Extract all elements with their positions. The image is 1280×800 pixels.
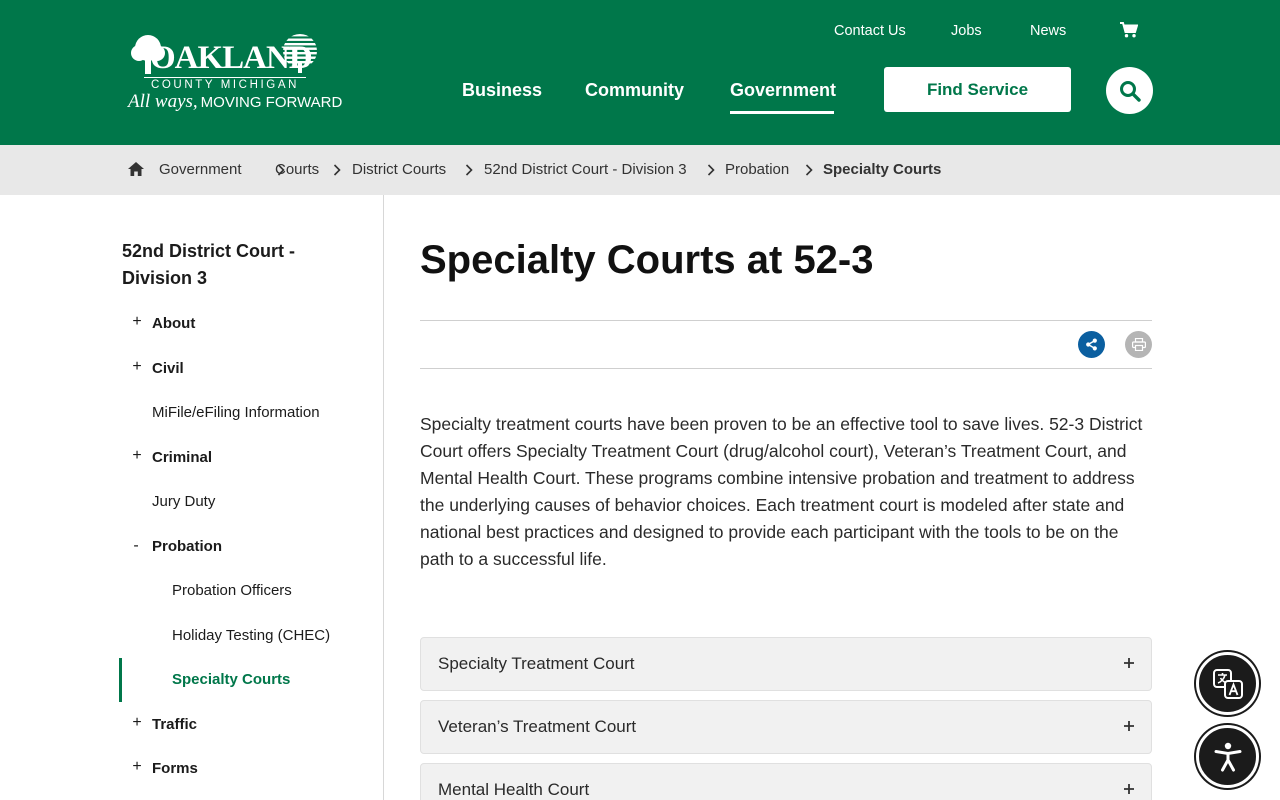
breadcrumb-probation[interactable]: Probation <box>725 161 789 179</box>
sidebar-item-jury-duty[interactable]: Jury Duty <box>152 493 215 511</box>
find-service-button[interactable]: Find Service <box>884 67 1071 112</box>
nav-community[interactable]: Community <box>585 79 684 101</box>
contact-us-link[interactable]: Contact Us <box>834 22 906 40</box>
sidebar-item-traffic[interactable]: Traffic <box>152 716 197 734</box>
cart-icon[interactable] <box>1120 22 1138 38</box>
sidebar-divider <box>383 195 384 800</box>
intro-paragraph: Specialty treatment courts have been pro… <box>420 414 1143 569</box>
nav-active-indicator <box>730 111 834 114</box>
search-icon <box>1119 80 1141 102</box>
accordion-mental-health-court[interactable]: Mental Health Court <box>420 763 1152 800</box>
expand-forms-toggle[interactable]: + <box>131 758 143 776</box>
accessibility-button[interactable] <box>1196 725 1259 788</box>
breadcrumb-division[interactable]: 52nd District Court - Division 3 <box>484 161 687 179</box>
chevron-right-icon <box>707 164 715 176</box>
print-button[interactable] <box>1125 331 1152 358</box>
divider <box>420 368 1152 369</box>
page-title: Specialty Courts at 52-3 <box>420 238 874 282</box>
collapse-probation-toggle[interactable]: - <box>130 537 142 555</box>
breadcrumb-government[interactable]: Government <box>159 161 242 179</box>
breadcrumb-courts[interactable]: Courts <box>275 161 319 179</box>
accordion-veterans-treatment-court[interactable]: Veteran’s Treatment Court <box>420 700 1152 754</box>
sidebar-title: 52nd District Court - Division 3 <box>122 241 296 288</box>
sidebar-active-indicator <box>119 658 122 702</box>
sidebar-item-mifile[interactable]: MiFile/eFiling Information <box>152 404 320 422</box>
striped-globe-icon <box>283 34 317 73</box>
accordion-specialty-treatment-court[interactable]: Specialty Treatment Court <box>420 637 1152 691</box>
print-icon <box>1131 338 1146 351</box>
translate-button[interactable] <box>1196 652 1259 715</box>
breadcrumb-district-courts[interactable]: District Courts <box>352 161 446 179</box>
translate-icon <box>1212 668 1243 699</box>
expand-criminal-toggle[interactable]: + <box>131 447 143 465</box>
chevron-right-icon <box>805 164 813 176</box>
oakland-county-logo[interactable]: OAKLAND COUNTY MICHIGAN All ways, MOVING … <box>128 30 342 114</box>
sidebar-item-forms[interactable]: Forms <box>152 760 198 778</box>
accordion-label: Veteran’s Treatment Court <box>438 717 637 736</box>
jobs-link[interactable]: Jobs <box>951 22 982 40</box>
sidebar-item-holiday-testing[interactable]: Holiday Testing (CHEC) <box>172 627 330 645</box>
expand-traffic-toggle[interactable]: + <box>131 714 143 732</box>
nav-government[interactable]: Government <box>730 79 836 101</box>
site-header: OAKLAND COUNTY MICHIGAN All ways, MOVING … <box>0 0 1280 145</box>
accessibility-icon <box>1214 742 1241 771</box>
plus-icon <box>1124 721 1134 731</box>
chevron-right-icon <box>333 164 341 176</box>
sidebar-item-about[interactable]: About <box>152 315 195 333</box>
accordion-label: Specialty Treatment Court <box>438 654 635 673</box>
divider <box>420 320 1152 321</box>
breadcrumb: Government Courts District Courts 52nd D… <box>0 145 1280 195</box>
sidebar-item-civil[interactable]: Civil <box>152 360 184 378</box>
home-icon[interactable] <box>128 162 144 176</box>
search-button[interactable] <box>1106 67 1153 114</box>
logo-tagline-script: All ways, <box>128 91 198 112</box>
chevron-right-icon <box>465 164 473 176</box>
sidebar-item-specialty-courts[interactable]: Specialty Courts <box>172 671 290 689</box>
sidebar-item-probation-officers[interactable]: Probation Officers <box>172 582 292 600</box>
share-icon <box>1086 338 1097 351</box>
plus-icon <box>1124 658 1134 668</box>
news-link[interactable]: News <box>1030 22 1066 40</box>
sidebar-item-probation[interactable]: Probation <box>152 538 222 556</box>
breadcrumb-current: Specialty Courts <box>823 161 942 178</box>
plus-icon <box>1124 784 1134 794</box>
logo-tagline: All ways, MOVING FORWARD <box>128 92 342 113</box>
share-button[interactable] <box>1078 331 1105 358</box>
expand-civil-toggle[interactable]: + <box>131 358 143 376</box>
sidebar-item-criminal[interactable]: Criminal <box>152 449 212 467</box>
nav-business[interactable]: Business <box>462 79 542 101</box>
logo-county-text: COUNTY MICHIGAN <box>144 77 306 91</box>
expand-about-toggle[interactable]: + <box>131 313 143 331</box>
logo-tagline-text: MOVING FORWARD <box>200 94 343 111</box>
accordion-label: Mental Health Court <box>438 780 590 799</box>
